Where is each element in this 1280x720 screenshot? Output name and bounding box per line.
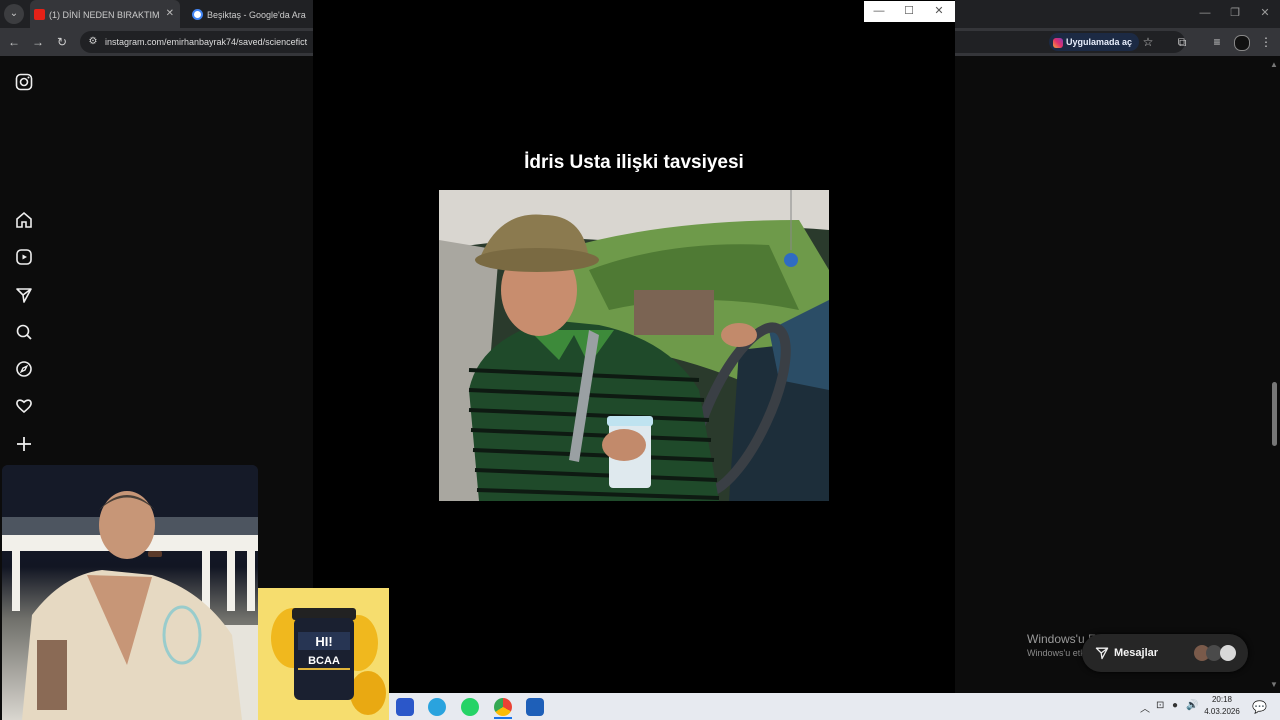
forward-icon[interactable]: → [30, 34, 46, 50]
tab-title: Beşiktaş - Google'da Ara [207, 9, 306, 20]
tab-youtube[interactable]: (1) DİNİ NEDEN BIRAKTIM PART ✕ [30, 0, 180, 28]
microphone-icon[interactable]: ● [1172, 700, 1178, 711]
heart-icon[interactable] [14, 396, 34, 416]
popup-maximize-icon[interactable]: ☐ [894, 1, 924, 22]
site-settings-icon[interactable]: ⚙ [85, 34, 101, 50]
youtube-icon [34, 9, 45, 21]
instagram-icon [1053, 37, 1063, 48]
scroll-down-icon[interactable]: ▼ [1270, 680, 1278, 689]
chrome-icon[interactable] [494, 698, 512, 716]
restore-icon[interactable]: ❐ [1218, 0, 1252, 26]
scroll-up-icon[interactable]: ▲ [1270, 60, 1278, 69]
ad-brand: HI! [315, 634, 332, 649]
minimize-icon[interactable]: — [1188, 0, 1222, 26]
whatsapp-icon[interactable] [461, 698, 479, 716]
plus-icon[interactable] [14, 434, 34, 454]
close-window-icon[interactable]: ✕ [1248, 0, 1280, 26]
tab-google[interactable]: Beşiktaş - Google'da Ara [188, 0, 314, 28]
tab-title: (1) DİNİ NEDEN BIRAKTIM PART [49, 9, 159, 20]
extensions-icon[interactable]: ⧉ [1174, 34, 1190, 50]
messages-button[interactable]: Mesajlar [1082, 634, 1248, 672]
close-tab-icon[interactable]: ✕ [166, 0, 174, 28]
volume-icon[interactable]: 🔊 [1186, 700, 1198, 711]
webcam-image [2, 465, 258, 720]
home-icon[interactable] [14, 210, 34, 230]
popup-close-icon[interactable]: ✕ [924, 1, 954, 22]
sponsor-ad: HI! BCAA [258, 588, 389, 720]
profile-avatar[interactable] [1234, 35, 1250, 51]
reels-icon[interactable] [14, 247, 34, 267]
network-icon[interactable]: ⊡ [1156, 700, 1164, 711]
open-in-app-button[interactable]: Uygulamada aç [1049, 33, 1140, 51]
notification-icon[interactable]: 💬 [1252, 700, 1267, 714]
bcaa-product-image: HI! BCAA [258, 588, 389, 720]
video-player[interactable] [439, 190, 829, 501]
url-text[interactable]: instagram.com/emirhanbayrak74/saved/scie… [105, 31, 313, 53]
open-in-app-label: Uygulamada aç [1066, 37, 1133, 47]
instagram-logo-icon[interactable] [14, 72, 34, 92]
messages-label: Mesajlar [1114, 647, 1159, 659]
active-app-indicator [494, 717, 512, 719]
show-hidden-icons-icon[interactable]: ︿ [1140, 700, 1150, 715]
direct-message-icon [1095, 647, 1109, 660]
media-player-icon[interactable] [526, 698, 544, 716]
telegram-icon[interactable] [428, 698, 446, 716]
direct-message-icon[interactable] [14, 285, 34, 305]
bookmark-star-icon[interactable]: ☆ [1140, 34, 1156, 50]
back-icon[interactable]: ← [6, 34, 22, 50]
reload-icon[interactable]: ↻ [54, 34, 70, 50]
task-view-icon[interactable] [396, 698, 414, 716]
media-control-icon[interactable]: ≡ [1209, 34, 1225, 50]
avatar [1220, 645, 1236, 661]
scrollbar-thumb[interactable] [1272, 382, 1277, 446]
explore-icon[interactable] [14, 359, 34, 379]
menu-icon[interactable]: ⋮ [1258, 34, 1274, 50]
video-title: İdris Usta ilişki tavsiyesi [524, 152, 744, 173]
google-icon [192, 9, 203, 21]
webcam-overlay [2, 465, 258, 720]
clock-time[interactable]: 20:18 [1200, 695, 1244, 704]
video-frame-image [439, 190, 829, 501]
tab-search-button[interactable]: ⌄ [4, 4, 24, 24]
clock-date[interactable]: 4.03.2026 [1200, 707, 1244, 716]
popup-minimize-icon[interactable]: — [864, 1, 894, 22]
ad-product: BCAA [308, 655, 340, 667]
search-icon[interactable] [14, 322, 34, 342]
